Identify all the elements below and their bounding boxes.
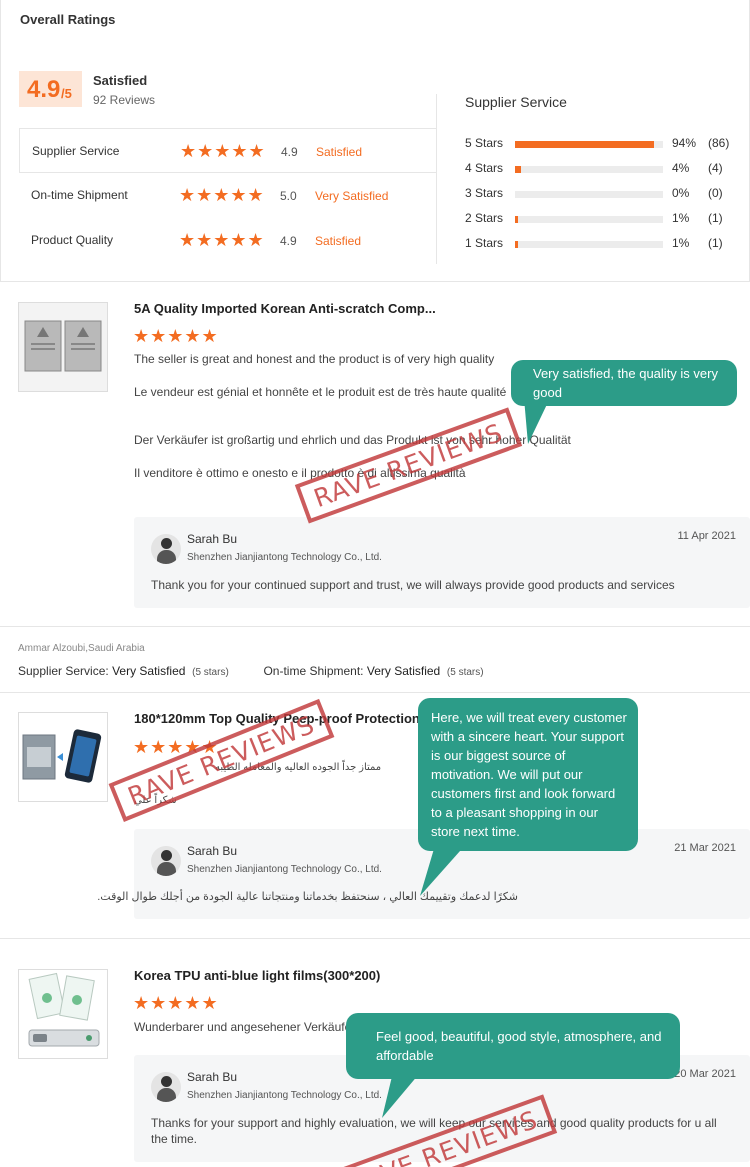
distribution-percent: 0% — [672, 186, 690, 200]
overall-level: Satisfied — [93, 73, 148, 88]
rating-row-supplier-service: Supplier Service ★★★★★ 4.9 Satisfied — [19, 128, 437, 173]
reply-author: Sarah Bu — [187, 532, 238, 546]
screen-protector-package-icon — [19, 303, 107, 391]
reply-date: 11 Apr 2021 — [677, 530, 736, 542]
reply-company: Shenzhen Jianjiantong Technology Co., Lt… — [187, 552, 382, 563]
reviews-count: 92 Reviews — [93, 93, 156, 107]
overall-ratings-title: Overall Ratings — [20, 12, 116, 27]
rating-row-label: Supplier Service — [32, 144, 120, 158]
buyer-sub-ratings: Supplier Service: Very Satisfied (5 star… — [18, 664, 484, 678]
product-thumbnail[interactable] — [18, 302, 108, 392]
reply-author: Sarah Bu — [187, 1070, 238, 1084]
distribution-bar-track — [515, 191, 663, 198]
callout-bubble: Feel good, beautiful, good style, atmosp… — [346, 1013, 680, 1079]
panel-divider — [436, 94, 437, 264]
distribution-count: (4) — [708, 161, 723, 175]
distribution-row-2-stars: 2 Stars 1% (1) — [465, 211, 735, 231]
sub-rating-label: On-time Shipment: — [263, 664, 364, 678]
product-thumbnail[interactable] — [18, 969, 108, 1059]
distribution-bar-track — [515, 241, 663, 248]
product-title-link[interactable]: 5A Quality Imported Korean Anti-scratch … — [134, 301, 436, 316]
distribution-title: Supplier Service — [465, 94, 567, 110]
rating-row-score: 4.9 — [281, 145, 298, 159]
distribution-bar-fill — [515, 241, 518, 248]
rating-row-score: 4.9 — [280, 234, 297, 248]
overall-ratings-panel: Overall Ratings 4.9 /5 Satisfied 92 Revi… — [0, 0, 750, 282]
review-divider — [0, 626, 750, 627]
review-divider — [0, 692, 750, 693]
review-star-icons: ★★★★★ — [133, 993, 219, 1013]
review-star-icons: ★★★★★ — [133, 326, 219, 346]
avatar — [151, 846, 181, 876]
review-text: The seller is great and honest and the p… — [134, 352, 495, 366]
product-thumbnail[interactable] — [18, 712, 108, 802]
sub-rating-label: Supplier Service: — [18, 664, 109, 678]
rating-row-score: 5.0 — [280, 189, 297, 203]
distribution-row-3-stars: 3 Stars 0% (0) — [465, 186, 735, 206]
reply-text: Thank you for your continued support and… — [151, 578, 675, 592]
category-ratings-table: Supplier Service ★★★★★ 4.9 Satisfied On-… — [19, 128, 437, 264]
rating-row-product-quality: Product Quality ★★★★★ 4.9 Satisfied — [19, 218, 437, 263]
distribution-bar-track — [515, 216, 663, 223]
sub-rating-value: Very Satisfied — [366, 664, 441, 678]
sub-rating-stars: (5 stars) — [446, 667, 484, 678]
distribution-bar-track — [515, 166, 663, 173]
star-rating-icons: ★★★★★ — [179, 185, 265, 205]
rating-row-on-time-shipment: On-time Shipment ★★★★★ 5.0 Very Satisfie… — [19, 173, 437, 218]
distribution-count: (1) — [708, 211, 723, 225]
reply-author: Sarah Bu — [187, 844, 238, 858]
distribution-bar-fill — [515, 166, 521, 173]
privacy-film-phone-icon — [19, 713, 107, 801]
callout-bubble: Here, we will treat every customer with … — [418, 698, 638, 851]
sub-rating-stars: (5 stars) — [192, 667, 229, 678]
rating-row-level: Satisfied — [316, 145, 363, 159]
product-title-link[interactable]: Korea TPU anti-blue light films(300*200) — [134, 968, 380, 983]
seller-reply: Sarah Bu Shenzhen Jianjiantong Technolog… — [134, 517, 750, 608]
distribution-bar-fill — [515, 141, 655, 148]
tpu-film-cutter-icon — [19, 970, 107, 1058]
distribution-row-1-stars: 1 Stars 1% (1) — [465, 236, 735, 256]
distribution-label: 5 Stars — [465, 136, 504, 150]
avatar — [151, 534, 181, 564]
reply-company: Shenzhen Jianjiantong Technology Co., Lt… — [187, 864, 382, 875]
review-text: Le vendeur est génial et honnête et le p… — [134, 385, 507, 399]
reply-company: Shenzhen Jianjiantong Technology Co., Lt… — [187, 1090, 382, 1101]
distribution-bar-track — [515, 141, 663, 148]
distribution-percent: 4% — [672, 161, 690, 175]
rating-row-level: Satisfied — [315, 234, 362, 248]
distribution-label: 3 Stars — [465, 186, 504, 200]
star-rating-icons: ★★★★★ — [180, 141, 266, 161]
distribution-percent: 94% — [672, 136, 697, 150]
avatar — [151, 1072, 181, 1102]
reply-date: 20 Mar 2021 — [674, 1068, 736, 1080]
callout-bubble: Very satisfied, the quality is very good — [511, 360, 737, 406]
review-text: Wunderbarer und angesehener Verkäufer — [134, 1020, 356, 1034]
star-rating-icons: ★★★★★ — [179, 230, 265, 250]
reply-date: 21 Mar 2021 — [674, 842, 736, 854]
distribution-row-4-stars: 4 Stars 4% (4) — [465, 161, 735, 181]
rating-row-label: On-time Shipment — [31, 188, 128, 202]
distribution-count: (0) — [708, 186, 723, 200]
distribution-percent: 1% — [672, 211, 690, 225]
distribution-count: (86) — [708, 136, 730, 150]
overall-score: 4.9 — [27, 76, 61, 103]
distribution-percent: 1% — [672, 236, 690, 250]
distribution-label: 4 Stars — [465, 161, 504, 175]
distribution-count: (1) — [708, 236, 723, 250]
rating-row-level: Very Satisfied — [315, 189, 389, 203]
distribution-row-5-stars: 5 Stars 94% (86) — [465, 136, 735, 156]
buyer-info: Ammar Alzoubi,Saudi Arabia — [18, 643, 145, 654]
rating-row-label: Product Quality — [31, 233, 114, 247]
distribution-bar-fill — [515, 216, 518, 223]
review-divider — [0, 938, 750, 939]
overall-score-suffix: /5 — [61, 86, 72, 101]
sub-rating-value: Very Satisfied — [112, 664, 186, 678]
distribution-label: 2 Stars — [465, 211, 504, 225]
overall-score-badge: 4.9 /5 — [19, 71, 82, 107]
distribution-label: 1 Stars — [465, 236, 504, 250]
